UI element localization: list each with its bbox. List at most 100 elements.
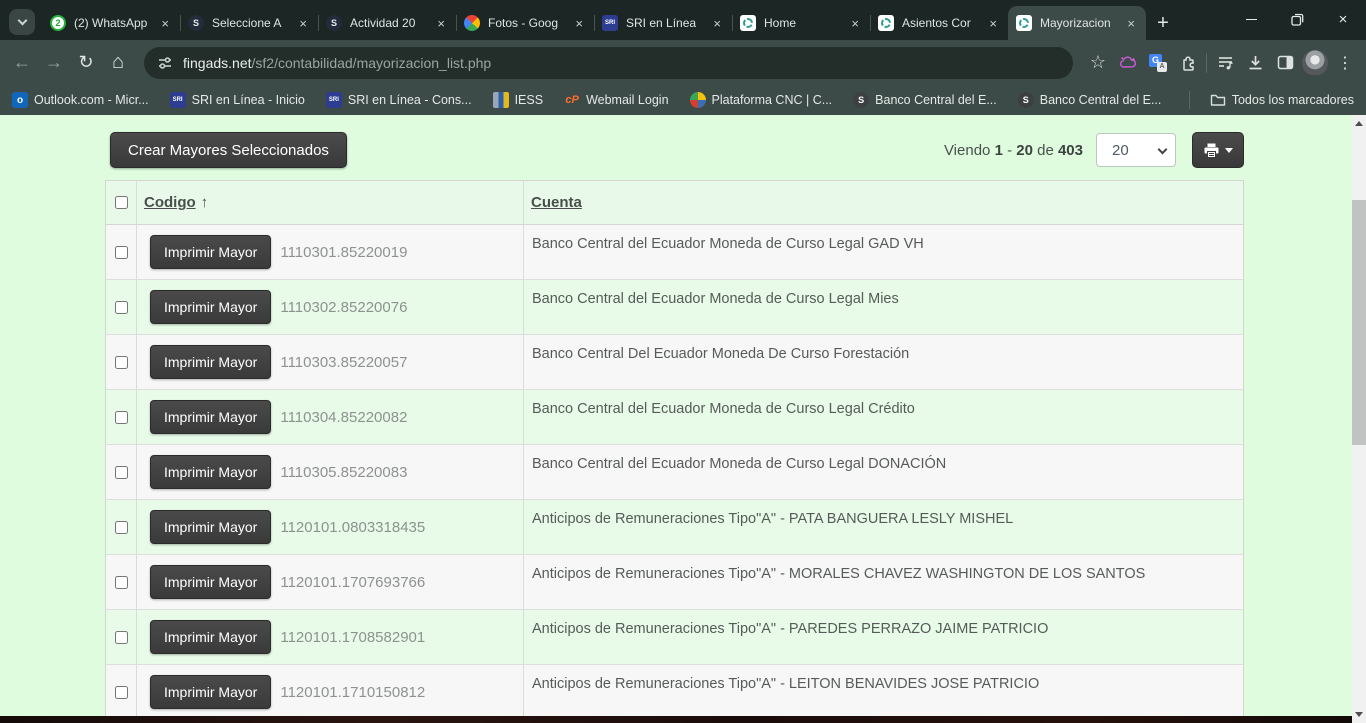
browser-menu-icon[interactable]: ⋮ [1330,48,1360,78]
table-row: Imprimir Mayor 1110302.85220076 Banco Ce… [106,280,1243,335]
new-tab-button[interactable]: + [1148,8,1178,38]
row-checkbox[interactable] [115,301,128,314]
table-row: Imprimir Mayor 1120101.1708582901 Antici… [106,610,1243,665]
toolbar-divider [1206,53,1207,73]
page-size-value: 20 [1112,142,1129,159]
tab-close-icon[interactable]: × [986,17,1000,30]
home-button[interactable]: ⌂ [102,51,134,74]
tab-close-icon[interactable]: × [1124,17,1138,30]
tab-seleccione[interactable]: S Seleccione A × [180,6,318,40]
bookmark-banco-central-2[interactable]: S Banco Central del E... [1018,92,1162,108]
window-close-button[interactable]: × [1320,0,1366,38]
create-mayores-button[interactable]: Crear Mayores Seleccionados [110,132,347,168]
media-controls-icon[interactable] [1210,48,1240,78]
tab-close-icon[interactable]: × [434,17,448,30]
tab-title: Fotos - Goog [488,16,568,30]
row-checkbox[interactable] [115,466,128,479]
column-header-codigo[interactable]: Codigo [144,194,196,211]
tab-title: Home [764,16,844,30]
folder-icon [1210,93,1226,107]
browser-toolbar: ← → ↻ ⌂ fingads.net/sf2/contabilidad/may… [0,40,1366,85]
codigo-value: 1120101.1708582901 [280,629,425,646]
close-icon: × [1339,11,1348,28]
row-checkbox[interactable] [115,576,128,589]
tab-close-icon[interactable]: × [158,17,172,30]
page-size-select[interactable]: 20 [1096,133,1176,167]
bookmark-outlook[interactable]: o Outlook.com - Micr... [12,92,149,108]
row-checkbox[interactable] [115,521,128,534]
imprimir-mayor-button[interactable]: Imprimir Mayor [150,345,271,379]
imprimir-mayor-button[interactable]: Imprimir Mayor [150,290,271,324]
select-all-checkbox[interactable] [115,196,128,209]
table-row: Imprimir Mayor 1120101.1707693766 Antici… [106,555,1243,610]
scroll-up-button[interactable] [1352,115,1366,132]
bookmark-star-button[interactable]: ☆ [1083,48,1113,78]
row-checkbox[interactable] [115,356,128,369]
tab-whatsapp[interactable]: 2 (2) WhatsApp × [42,6,180,40]
viewing-to: 20 [1016,142,1033,159]
row-checkbox[interactable] [115,246,128,259]
imprimir-mayor-button[interactable]: Imprimir Mayor [150,620,271,654]
page-content: Crear Mayores Seleccionados Viendo 1 - 2… [0,115,1352,723]
bookmark-sri-consultas[interactable]: SRI SRI en Línea - Cons... [326,92,472,108]
window-restore-button[interactable] [1274,0,1320,38]
column-header-cuenta[interactable]: Cuenta [531,194,582,211]
side-panel-icon[interactable] [1270,48,1300,78]
tab-search-button[interactable] [9,9,35,35]
page-footer-strip [0,716,1352,723]
viewing-status: Viendo 1 - 20 de 403 [944,142,1083,159]
tab-fotos[interactable]: Fotos - Goog × [456,6,594,40]
imprimir-mayor-button[interactable]: Imprimir Mayor [150,235,271,269]
google-photos-icon [464,15,480,31]
bookmark-banco-central-1[interactable]: S Banco Central del E... [853,92,997,108]
print-menu-button[interactable] [1192,132,1244,168]
site-settings-icon[interactable] [157,55,173,71]
url-path: /sf2/contabilidad/mayorizacion_list.php [252,55,492,71]
pinwheel-icon [690,92,706,108]
address-bar[interactable]: fingads.net/sf2/contabilidad/mayorizacio… [144,47,1073,79]
bookmark-sri-inicio[interactable]: SRI SRI en Línea - Inicio [170,92,305,108]
imprimir-mayor-button[interactable]: Imprimir Mayor [150,510,271,544]
imprimir-mayor-button[interactable]: Imprimir Mayor [150,455,271,489]
tab-sri[interactable]: SRI SRI en Línea × [594,6,732,40]
codigo-value: 1120101.1707693766 [280,574,425,591]
reload-button[interactable]: ↻ [70,52,102,73]
downloads-icon[interactable] [1240,48,1270,78]
profile-avatar[interactable] [1300,48,1330,78]
tab-close-icon[interactable]: × [848,17,862,30]
extension-cloud-icon[interactable] [1113,48,1143,78]
iess-icon [493,92,509,108]
tab-close-icon[interactable]: × [572,17,586,30]
mayorizacion-table: Codigo ↑ Cuenta Imprimir Mayor 1110301.8… [105,180,1244,720]
fingads-icon [740,15,756,31]
tab-mayorizacion-active[interactable]: Mayorizacion × [1008,6,1146,40]
back-button[interactable]: ← [6,52,38,73]
row-checkbox[interactable] [115,411,128,424]
all-bookmarks-button[interactable]: Todos los marcadores [1210,85,1354,115]
imprimir-mayor-button[interactable]: Imprimir Mayor [150,675,271,709]
viewing-of: de [1037,142,1054,159]
vertical-scrollbar[interactable] [1352,115,1366,723]
tab-asientos[interactable]: Asientos Cor × [870,6,1008,40]
row-checkbox[interactable] [115,686,128,699]
imprimir-mayor-button[interactable]: Imprimir Mayor [150,400,271,434]
tab-close-icon[interactable]: × [296,17,310,30]
tab-close-icon[interactable]: × [710,17,724,30]
bookmark-plataforma-cnc[interactable]: Plataforma CNC | C... [690,92,833,108]
imprimir-mayor-button[interactable]: Imprimir Mayor [150,565,271,599]
sort-ascending-icon[interactable]: ↑ [201,194,209,211]
translate-icon[interactable]: G A [1143,48,1173,78]
restore-icon [1291,13,1304,26]
tab-home[interactable]: Home × [732,6,870,40]
bookmark-iess[interactable]: IESS [493,92,544,108]
forward-button[interactable]: → [38,52,70,73]
viewing-label: Viendo [944,142,990,159]
tab-actividad[interactable]: S Actividad 20 × [318,6,456,40]
codigo-value: 1110303.85220057 [280,354,407,371]
extensions-puzzle-icon[interactable] [1173,48,1203,78]
bookmark-webmail[interactable]: cP Webmail Login [564,92,668,108]
row-checkbox[interactable] [115,631,128,644]
scroll-down-button[interactable] [1352,706,1366,723]
window-minimize-button[interactable] [1228,0,1274,38]
scrollbar-thumb[interactable] [1352,200,1366,445]
